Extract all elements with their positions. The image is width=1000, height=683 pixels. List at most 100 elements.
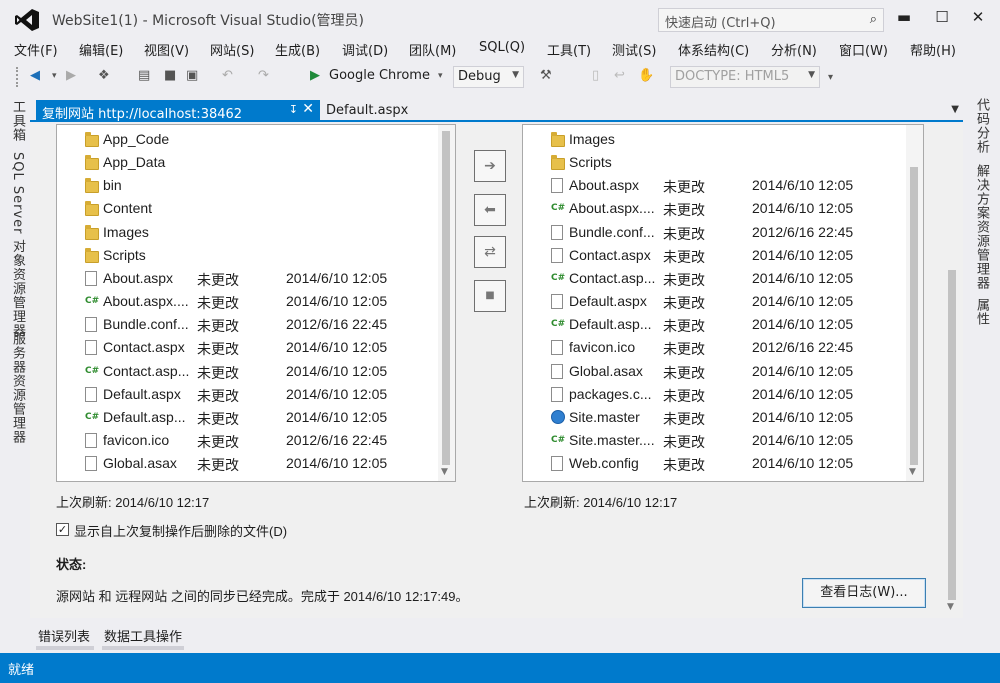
- list-item[interactable]: favicon.ico 未更改 2012/6/16 22:45: [523, 336, 903, 359]
- scroll-down-icon[interactable]: ▼: [909, 467, 916, 477]
- start-debugging-icon[interactable]: ▶: [310, 68, 320, 83]
- new-project-icon[interactable]: ❖: [98, 68, 110, 83]
- menu-website[interactable]: 网站(S): [210, 40, 254, 59]
- redo-icon[interactable]: ↷: [258, 68, 269, 83]
- stop-button[interactable]: ■: [474, 280, 506, 312]
- hand-icon[interactable]: ✋: [638, 68, 654, 83]
- doctype-select[interactable]: DOCTYPE: HTML5 ▼: [670, 66, 820, 88]
- properties-tab[interactable]: 属性: [972, 298, 991, 326]
- menu-window[interactable]: 窗口(W): [839, 40, 888, 59]
- maximize-button[interactable]: ☐: [928, 8, 956, 30]
- list-item[interactable]: Site.master 未更改 2014/6/10 12:05: [523, 406, 903, 429]
- list-item[interactable]: Images: [57, 221, 437, 244]
- attach-icon[interactable]: ⚒: [540, 68, 552, 83]
- show-deleted-files-checkbox[interactable]: ✓: [56, 523, 69, 536]
- source-website-list[interactable]: App_Code App_Data bin Content Images Scripts A…: [56, 124, 456, 482]
- remote-website-list[interactable]: Images Scripts About.aspx 未更改 2014/6/10 12:0…: [522, 124, 924, 482]
- list-item[interactable]: C# About.aspx.... 未更改 2014/6/10 12:05: [523, 197, 903, 220]
- back-dropdown-icon[interactable]: ▾: [52, 71, 57, 81]
- code-analysis-tab[interactable]: 代码分析: [972, 98, 991, 154]
- back-icon[interactable]: ◀: [30, 68, 40, 83]
- file-date: 2014/6/10 12:05: [286, 269, 388, 286]
- menu-help[interactable]: 帮助(H): [910, 40, 956, 59]
- save-icon[interactable]: ■: [164, 68, 176, 83]
- menu-build[interactable]: 生成(B): [275, 40, 320, 59]
- browser-select[interactable]: Google Chrome: [329, 68, 430, 83]
- menu-test[interactable]: 测试(S): [612, 40, 656, 59]
- list-item[interactable]: C# Default.asp... 未更改 2014/6/10 12:05: [523, 313, 903, 336]
- list-item[interactable]: About.aspx 未更改 2014/6/10 12:05: [57, 267, 437, 290]
- list-item[interactable]: Contact.aspx 未更改 2014/6/10 12:05: [523, 244, 903, 267]
- list-item[interactable]: Images: [523, 128, 903, 151]
- list-item[interactable]: Global.asax 未更改 2014/6/10 12:05: [57, 452, 437, 475]
- scrollbar-thumb[interactable]: [910, 167, 918, 465]
- list-item[interactable]: Default.aspx 未更改 2014/6/10 12:05: [57, 383, 437, 406]
- list-item[interactable]: favicon.ico 未更改 2012/6/16 22:45: [57, 429, 437, 452]
- menu-file[interactable]: 文件(F): [14, 40, 58, 59]
- list-item[interactable]: Bundle.conf... 未更改 2012/6/16 22:45: [57, 313, 437, 336]
- toolbar-overflow-icon[interactable]: ▾: [828, 72, 833, 83]
- show-deleted-files-label[interactable]: 显示自上次复制操作后删除的文件(D): [74, 521, 287, 540]
- list-item[interactable]: C# Default.asp... 未更改 2014/6/10 12:05: [57, 406, 437, 429]
- remote-list-scrollbar[interactable]: ▼: [906, 125, 923, 481]
- list-item[interactable]: bin: [57, 174, 437, 197]
- menu-edit[interactable]: 编辑(E): [79, 40, 123, 59]
- tab-error-list[interactable]: 错误列表: [38, 626, 90, 645]
- list-item[interactable]: C# Site.master.... 未更改 2014/6/10 12:05: [523, 429, 903, 452]
- list-item[interactable]: packages.c... 未更改 2014/6/10 12:05: [523, 383, 903, 406]
- list-item[interactable]: About.aspx 未更改 2014/6/10 12:05: [523, 174, 903, 197]
- menu-debug[interactable]: 调试(D): [342, 40, 388, 59]
- configuration-select[interactable]: Debug ▼: [453, 66, 524, 88]
- browser-dropdown-icon[interactable]: ▾: [438, 71, 443, 81]
- list-item[interactable]: Content: [57, 197, 437, 220]
- tab-list-dropdown-icon[interactable]: ▼: [951, 104, 959, 115]
- list-item[interactable]: Scripts: [57, 244, 437, 267]
- undo-icon[interactable]: ↶: [222, 68, 233, 83]
- scroll-down-icon[interactable]: ▼: [441, 467, 448, 477]
- list-item[interactable]: C# About.aspx.... 未更改 2014/6/10 12:05: [57, 290, 437, 313]
- menu-sql[interactable]: SQL(Q): [479, 40, 525, 55]
- solution-explorer-tab[interactable]: 解决方案资源管理器: [972, 164, 991, 290]
- tab-copy-website[interactable]: 复制网站 http://localhost:38462 ↧ ✕: [36, 100, 320, 122]
- scrollbar-thumb[interactable]: [948, 270, 956, 600]
- list-item[interactable]: Default.aspx 未更改 2014/6/10 12:05: [523, 290, 903, 313]
- list-item[interactable]: Web.config 未更改 2014/6/10 12:05: [523, 452, 903, 475]
- tab-data-tools-operations[interactable]: 数据工具操作: [104, 626, 182, 645]
- menu-analyze[interactable]: 分析(N): [771, 40, 817, 59]
- server-explorer-tab[interactable]: 服务器资源管理器: [8, 332, 27, 444]
- toolbox-tab[interactable]: 工具箱: [8, 100, 27, 142]
- list-item[interactable]: App_Code: [57, 128, 437, 151]
- sql-server-explorer-tab[interactable]: SQL Server 对象资源管理器: [8, 152, 27, 338]
- quick-launch-input[interactable]: 快速启动 (Ctrl+Q) ⌕: [658, 8, 884, 32]
- list-item[interactable]: C# Contact.asp... 未更改 2014/6/10 12:05: [57, 360, 437, 383]
- scrollbar-thumb[interactable]: [442, 131, 450, 465]
- menu-view[interactable]: 视图(V): [144, 40, 189, 59]
- list-item[interactable]: App_Data: [57, 151, 437, 174]
- menu-architecture[interactable]: 体系结构(C): [678, 40, 749, 59]
- forward-icon[interactable]: ▶: [66, 68, 76, 83]
- document-icon[interactable]: ▯: [592, 68, 599, 83]
- source-list-scrollbar[interactable]: ▼: [438, 125, 455, 481]
- copy-to-source-button[interactable]: ⬅: [474, 194, 506, 226]
- pin-icon[interactable]: ↧: [289, 103, 298, 116]
- tab-default-aspx[interactable]: Default.aspx: [326, 103, 408, 118]
- close-button[interactable]: ✕: [964, 8, 992, 30]
- scroll-down-icon[interactable]: ▼: [947, 602, 954, 612]
- list-item[interactable]: Scripts: [523, 151, 903, 174]
- view-log-button[interactable]: 查看日志(W)...: [802, 578, 926, 608]
- list-item[interactable]: Bundle.conf... 未更改 2012/6/16 22:45: [523, 221, 903, 244]
- toolbar-grip[interactable]: [16, 67, 20, 87]
- synchronize-button[interactable]: ⇄: [474, 236, 506, 268]
- panel-scrollbar[interactable]: ▼: [943, 124, 961, 618]
- list-item[interactable]: C# Contact.asp... 未更改 2014/6/10 12:05: [523, 267, 903, 290]
- close-tab-icon[interactable]: ✕: [302, 101, 314, 117]
- menu-tools[interactable]: 工具(T): [547, 40, 591, 59]
- copy-to-remote-button[interactable]: ➔: [474, 150, 506, 182]
- back-arrow-icon[interactable]: ↩: [614, 68, 625, 83]
- save-all-icon[interactable]: ▣: [186, 68, 198, 83]
- list-item[interactable]: Contact.aspx 未更改 2014/6/10 12:05: [57, 336, 437, 359]
- open-file-icon[interactable]: ▤: [138, 68, 150, 83]
- menu-team[interactable]: 团队(M): [409, 40, 456, 59]
- list-item[interactable]: Global.asax 未更改 2014/6/10 12:05: [523, 360, 903, 383]
- minimize-button[interactable]: ▬: [890, 8, 918, 30]
